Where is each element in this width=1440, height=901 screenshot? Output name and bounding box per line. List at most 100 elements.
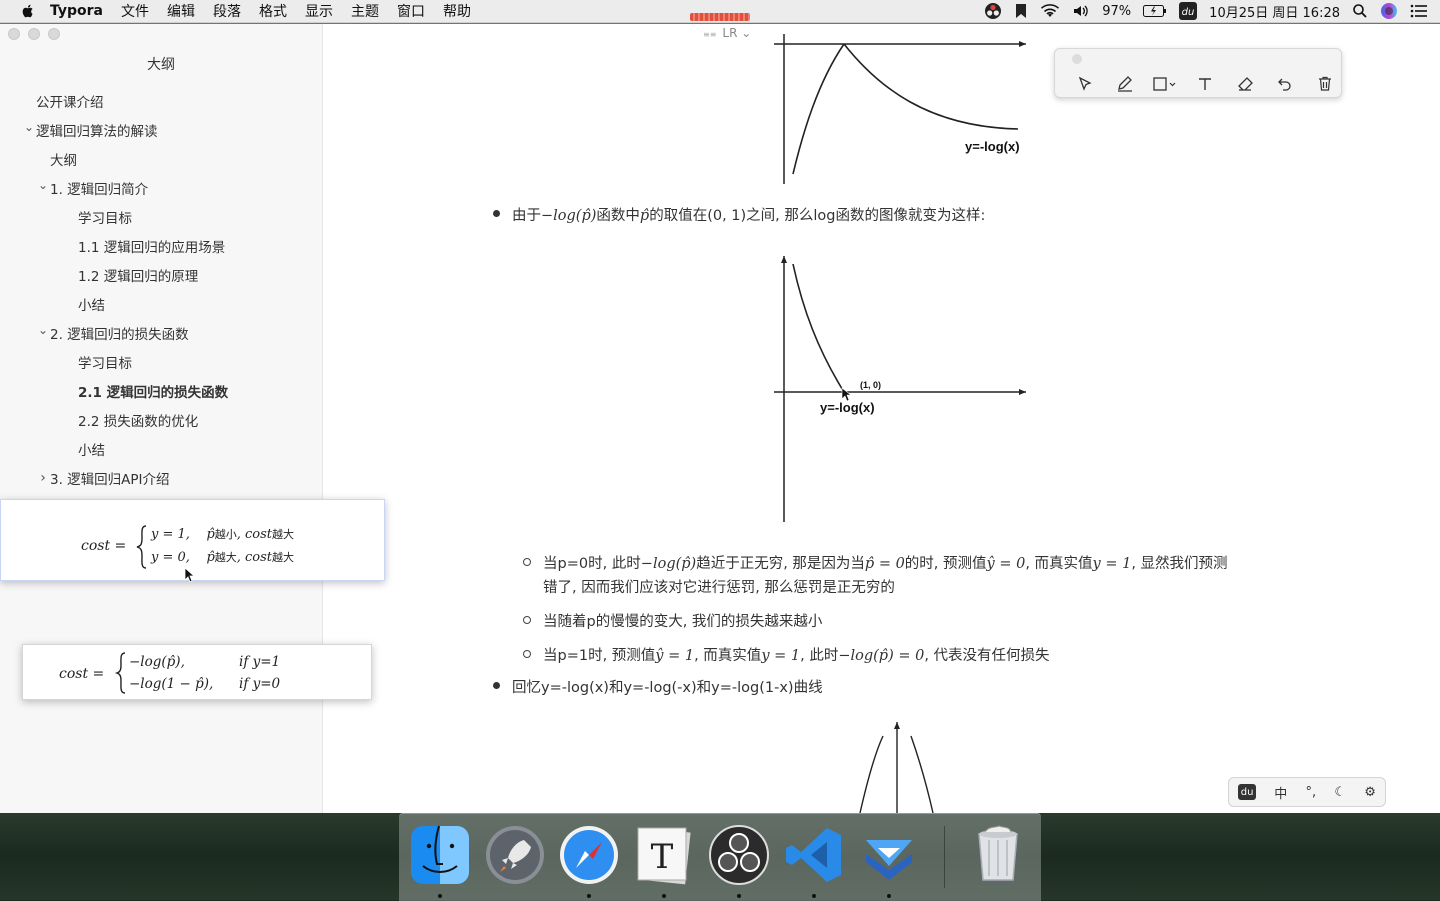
outline-item[interactable]: 学习目标: [0, 202, 322, 231]
du-input-icon[interactable]: du: [1179, 2, 1198, 20]
math-p-hat[interactable]: p̂: [640, 208, 649, 224]
dock: T: [399, 813, 1041, 901]
minimize-window-button[interactable]: [28, 28, 40, 40]
outline-item[interactable]: 2.1 逻辑回归的损失函数: [0, 376, 322, 405]
select-tool-button[interactable]: [1065, 73, 1105, 95]
gear-icon[interactable]: ⚙: [1364, 785, 1376, 800]
math[interactable]: y = 1: [1093, 556, 1132, 572]
menu-help[interactable]: 帮助: [443, 1, 471, 21]
sub-bullet-item: 当p=0时, 此时−log(p̂)趋近于正无穷, 那是因为当p̂ = 0的时, …: [523, 552, 1283, 600]
screen-recording-handle[interactable]: [690, 13, 750, 21]
rectangle-icon: [1153, 77, 1176, 91]
battery-icon[interactable]: [1143, 5, 1167, 17]
outline-item[interactable]: 3. 逻辑回归API介绍: [0, 463, 322, 492]
outline-item[interactable]: 1. 逻辑回归简介: [0, 173, 322, 202]
clock[interactable]: 10月25日 周日 16:28: [1209, 2, 1340, 21]
delete-button[interactable]: [1305, 73, 1345, 95]
bullet-circle: [523, 650, 531, 658]
obs-icon[interactable]: [708, 824, 770, 886]
menu-theme[interactable]: 主题: [351, 1, 379, 21]
formula-popup-cost-log[interactable]: cost = −log(p̂), if y=1 −log(1 − p̂), if…: [22, 644, 372, 700]
window-controls: [8, 28, 68, 40]
formula-lhs: cost =: [59, 666, 105, 682]
trash-icon[interactable]: [967, 824, 1029, 886]
apple-icon[interactable]: [20, 3, 36, 19]
launchpad-icon[interactable]: [484, 824, 546, 886]
math[interactable]: ŷ = 1: [655, 648, 694, 664]
safari-icon[interactable]: [558, 824, 620, 886]
text: 的时, 预测值: [904, 556, 987, 572]
math[interactable]: −log(p̂) = 0: [838, 648, 924, 664]
pointer-icon: [1078, 76, 1092, 91]
text-tool-button[interactable]: [1185, 73, 1225, 95]
math[interactable]: ŷ = 0: [987, 556, 1026, 572]
ime-punctuation-mode[interactable]: °,: [1306, 785, 1317, 800]
app-icon[interactable]: [858, 824, 920, 886]
running-indicator: [812, 894, 816, 898]
chevron-down-icon[interactable]: [22, 123, 36, 137]
outline-item[interactable]: 学习目标: [0, 347, 322, 376]
outline-item[interactable]: 2.2 损失函数的优化: [0, 405, 322, 434]
math[interactable]: −log(p̂): [641, 556, 696, 572]
chevron-down-icon[interactable]: [36, 181, 50, 195]
running-indicator: [587, 894, 591, 898]
app-name-menu[interactable]: Typora: [50, 3, 103, 19]
outline-item[interactable]: 公开课介绍: [0, 86, 322, 115]
math[interactable]: p̂ = 0: [865, 556, 905, 572]
bullet-dot: [493, 682, 500, 689]
zoom-window-button[interactable]: [48, 28, 60, 40]
graph1-label: y=-log(x): [965, 139, 1020, 154]
wifi-icon[interactable]: [1040, 3, 1060, 19]
bullet-circle: [523, 558, 531, 566]
bullet-circle: [523, 616, 531, 624]
text: , 代表没有任何损失: [924, 648, 1050, 664]
formula-popup-cost-cases[interactable]: cost = y = 1, p̂越小, cost越大 y = 0, p̂越大, …: [0, 499, 385, 583]
undo-button[interactable]: [1265, 73, 1305, 95]
input-method-bar: du 中 °, ☾ ⚙: [1228, 777, 1386, 807]
menu-view[interactable]: 显示: [305, 1, 333, 21]
outline-item[interactable]: 大纲: [0, 144, 322, 173]
notification-center-icon[interactable]: [1410, 4, 1428, 18]
chevron-right-icon[interactable]: [36, 470, 50, 486]
menu-edit[interactable]: 编辑: [167, 1, 195, 21]
outline-item[interactable]: 1.1 逻辑回归的应用场景: [0, 231, 322, 260]
running-indicator: [662, 894, 666, 898]
outline-item-label: 小结: [78, 442, 105, 459]
sub-bullet-item: 当随着p的慢慢的变大, 我们的损失越来越小: [523, 610, 822, 631]
spotlight-search-icon[interactable]: [1352, 3, 1368, 19]
toolbar-close-button[interactable]: [1072, 54, 1082, 64]
volume-icon[interactable]: [1072, 3, 1090, 19]
vscode-icon[interactable]: [783, 824, 845, 886]
shape-tool-button[interactable]: [1145, 73, 1185, 95]
editor-area[interactable]: ≡≡ LR ⌄ y=-log(x) 由于−log(p̂)函数中p̂的取值在(0, …: [323, 22, 1440, 813]
du-logo-icon[interactable]: du: [1238, 784, 1257, 800]
siri-icon[interactable]: [1380, 2, 1398, 20]
close-window-button[interactable]: [8, 28, 20, 40]
math-neg-log-p[interactable]: −log(p̂): [541, 208, 596, 224]
finder-icon[interactable]: [409, 824, 471, 886]
outline-item-label: 1.2 逻辑回归的原理: [78, 268, 199, 285]
bookmark-icon[interactable]: [1014, 3, 1028, 19]
outline-item-label: 1. 逻辑回归简介: [50, 181, 149, 198]
moon-icon[interactable]: ☾: [1334, 785, 1346, 800]
obs-status-icon[interactable]: [984, 2, 1002, 20]
cost: , cost: [236, 550, 273, 565]
eraser-tool-button[interactable]: [1225, 73, 1265, 95]
outline-item[interactable]: 逻辑回归算法的解读: [0, 115, 322, 144]
menu-paragraph[interactable]: 段落: [213, 1, 241, 21]
menu-window[interactable]: 窗口: [397, 1, 425, 21]
outline-item-label: 公开课介绍: [36, 94, 104, 111]
chevron-down-icon[interactable]: [36, 326, 50, 340]
math[interactable]: y = 1: [761, 648, 800, 664]
outline-item[interactable]: 小结: [0, 289, 322, 318]
menu-format[interactable]: 格式: [259, 1, 287, 21]
typora-icon[interactable]: T: [632, 824, 694, 886]
menu-file[interactable]: 文件: [121, 1, 149, 21]
pen-tool-button[interactable]: [1105, 73, 1145, 95]
ime-chinese-mode[interactable]: 中: [1274, 783, 1287, 802]
outline-item[interactable]: 2. 逻辑回归的损失函数: [0, 318, 322, 347]
outline-item[interactable]: 1.2 逻辑回归的原理: [0, 260, 322, 289]
document-title-label[interactable]: ≡≡ LR ⌄: [703, 26, 751, 40]
outline-item[interactable]: 小结: [0, 434, 322, 463]
graph-neg-log-unit: (1, 0) y=-log(x): [774, 256, 1026, 522]
